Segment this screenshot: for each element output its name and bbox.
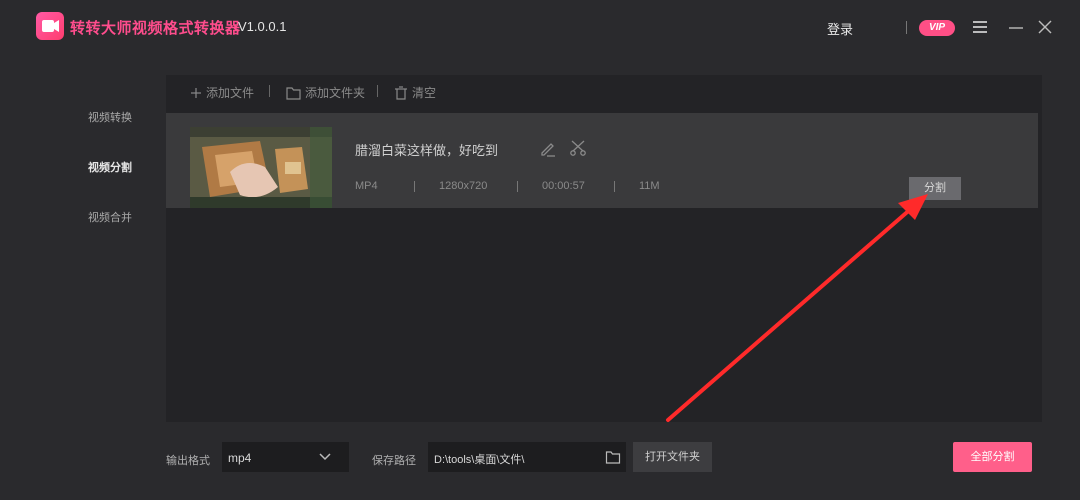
output-format-label: 输出格式	[166, 455, 210, 467]
open-folder-button[interactable]: 打开文件夹	[633, 442, 712, 472]
annotation-arrow	[666, 194, 928, 422]
split-all-button[interactable]: 全部分割	[953, 442, 1032, 472]
save-path-label: 保存路径	[372, 455, 416, 467]
save-path-value: D:\tools\桌面\文件\	[434, 454, 525, 466]
output-format-value: mp4	[228, 451, 252, 465]
browse-folder-icon[interactable]	[605, 449, 621, 465]
chevron-down-icon[interactable]	[318, 450, 332, 464]
